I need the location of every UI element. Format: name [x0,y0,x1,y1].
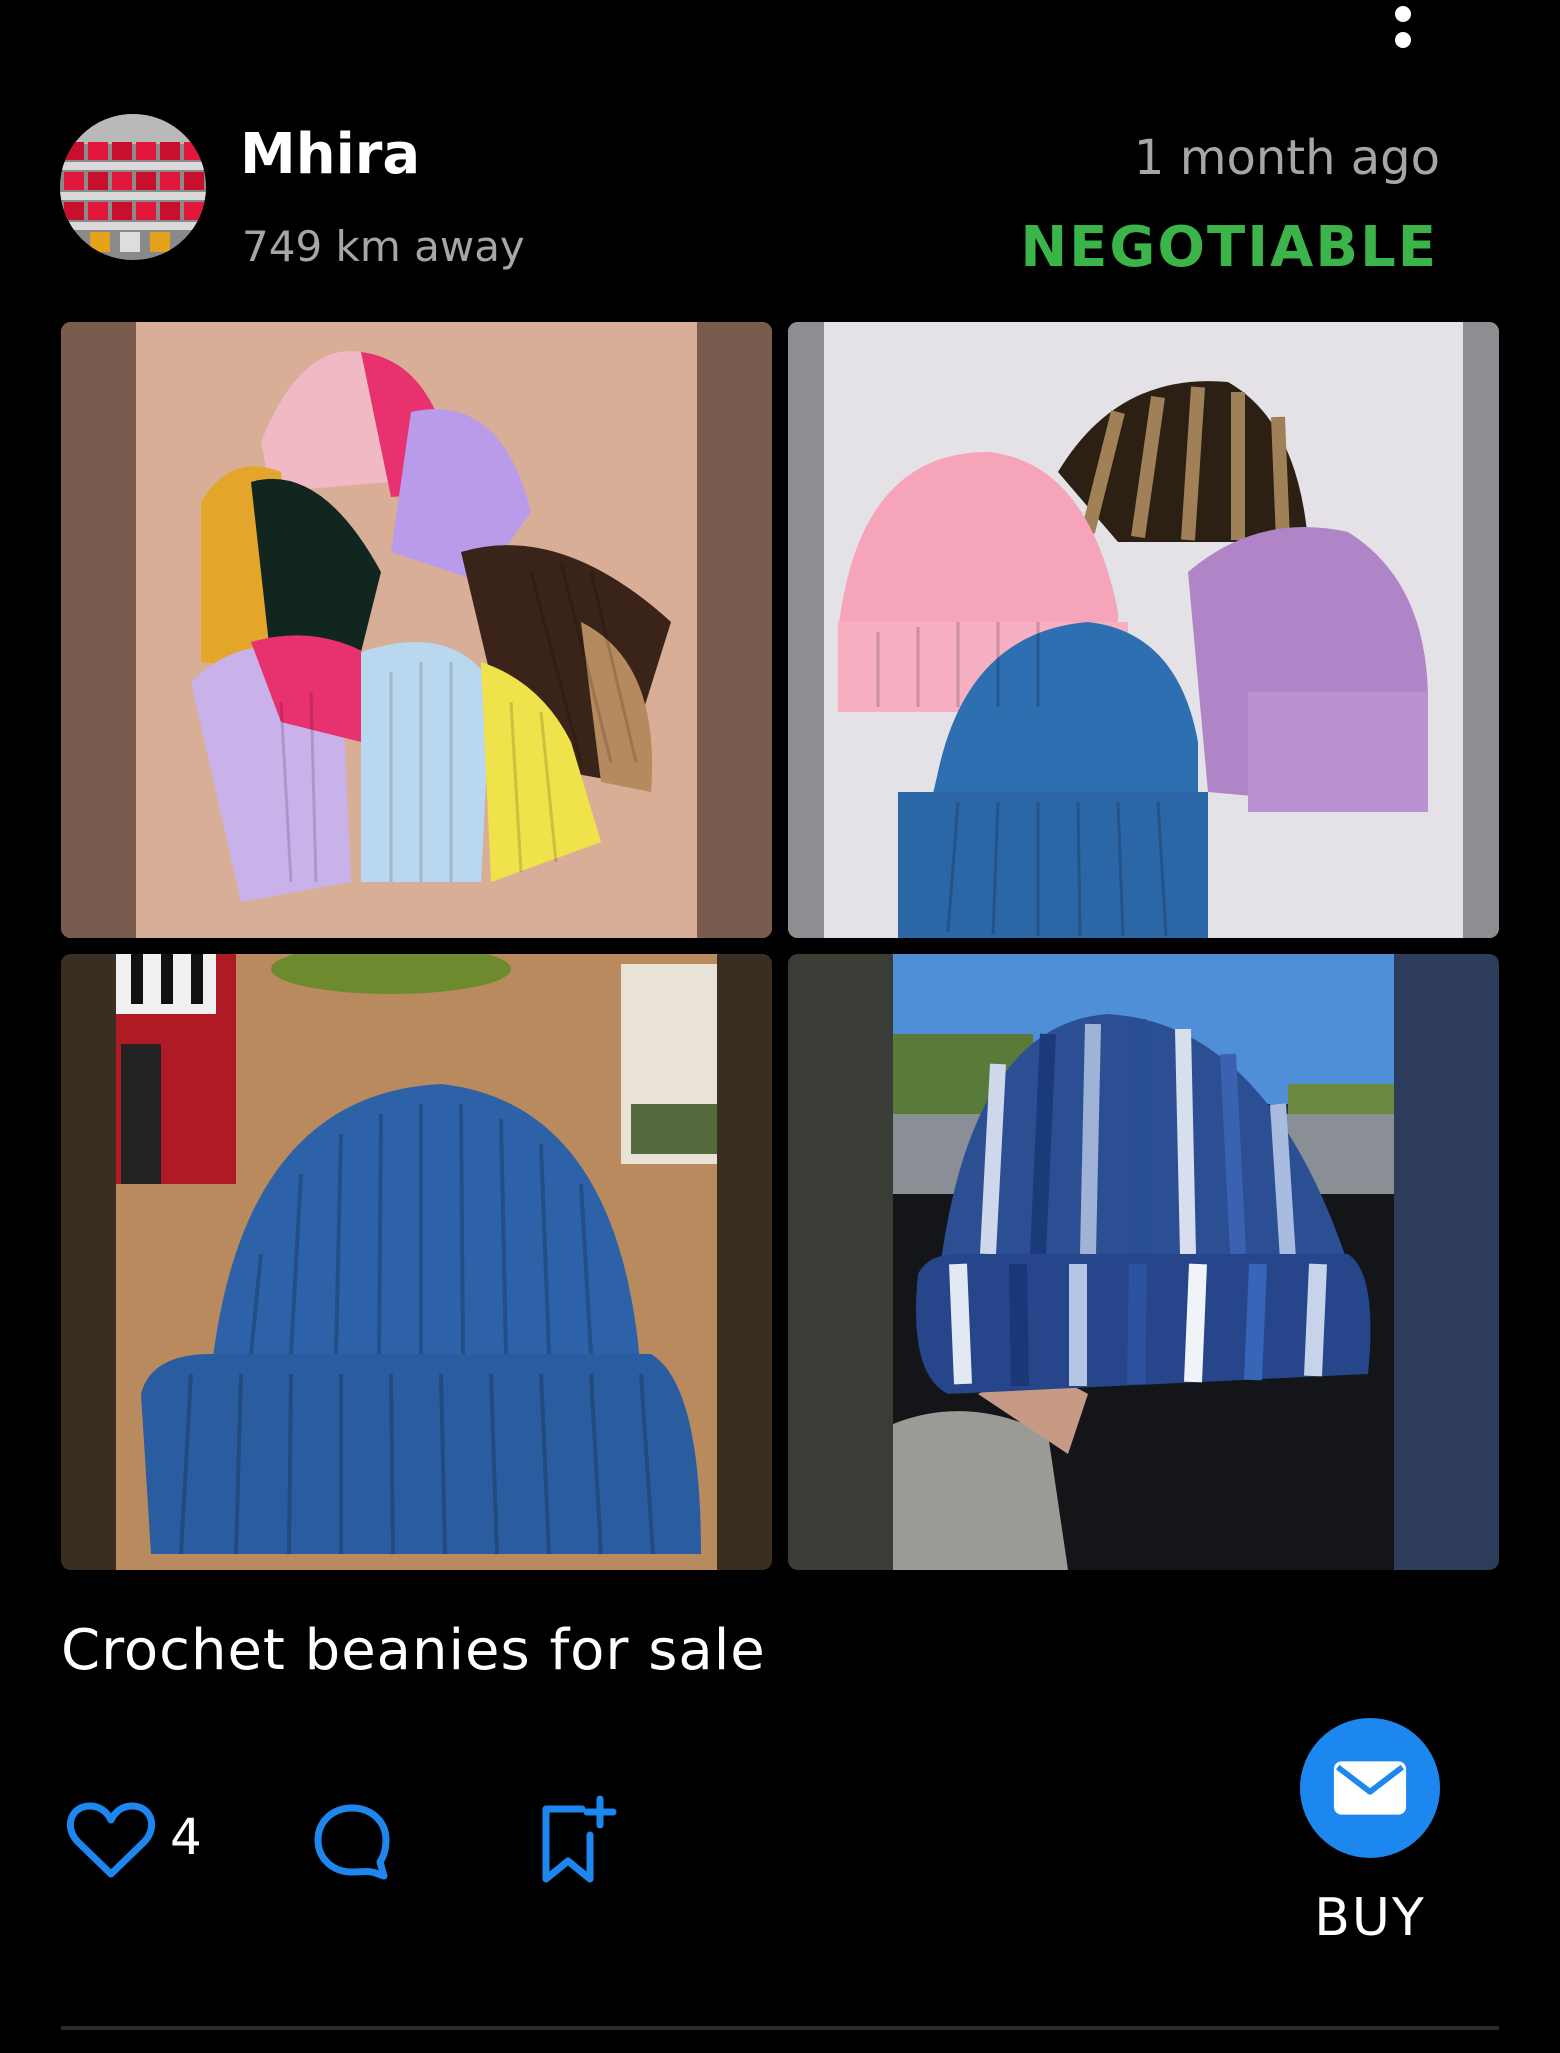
listing-photo-1[interactable] [61,322,772,938]
heart-icon [66,1802,156,1878]
listing-photo-4[interactable] [788,954,1499,1570]
seller-distance: 749 km away [242,222,525,271]
save-button[interactable] [538,1795,618,1885]
listing-card: Mhira 749 km away 1 month ago NEGOTIABLE [0,0,1560,2053]
buy-button[interactable] [1300,1718,1440,1858]
comment-icon [314,1804,390,1880]
more-options-icon[interactable] [1375,0,1431,60]
listing-caption: Crochet beanies for sale [61,1618,766,1683]
like-count: 4 [170,1808,202,1866]
bookmark-add-icon [542,1795,617,1883]
comment-button[interactable] [312,1800,392,1880]
listing-photo-3[interactable] [61,954,772,1570]
divider [61,2026,1499,2030]
like-button[interactable] [66,1800,156,1880]
price-status-badge: NEGOTIABLE [1020,215,1438,280]
seller-name[interactable]: Mhira [240,122,420,187]
seller-avatar[interactable] [60,114,206,260]
buy-label[interactable]: BUY [1270,1888,1470,1948]
mail-icon [1333,1761,1407,1815]
posted-time: 1 month ago [1133,130,1440,186]
listing-photo-2[interactable] [788,322,1499,938]
